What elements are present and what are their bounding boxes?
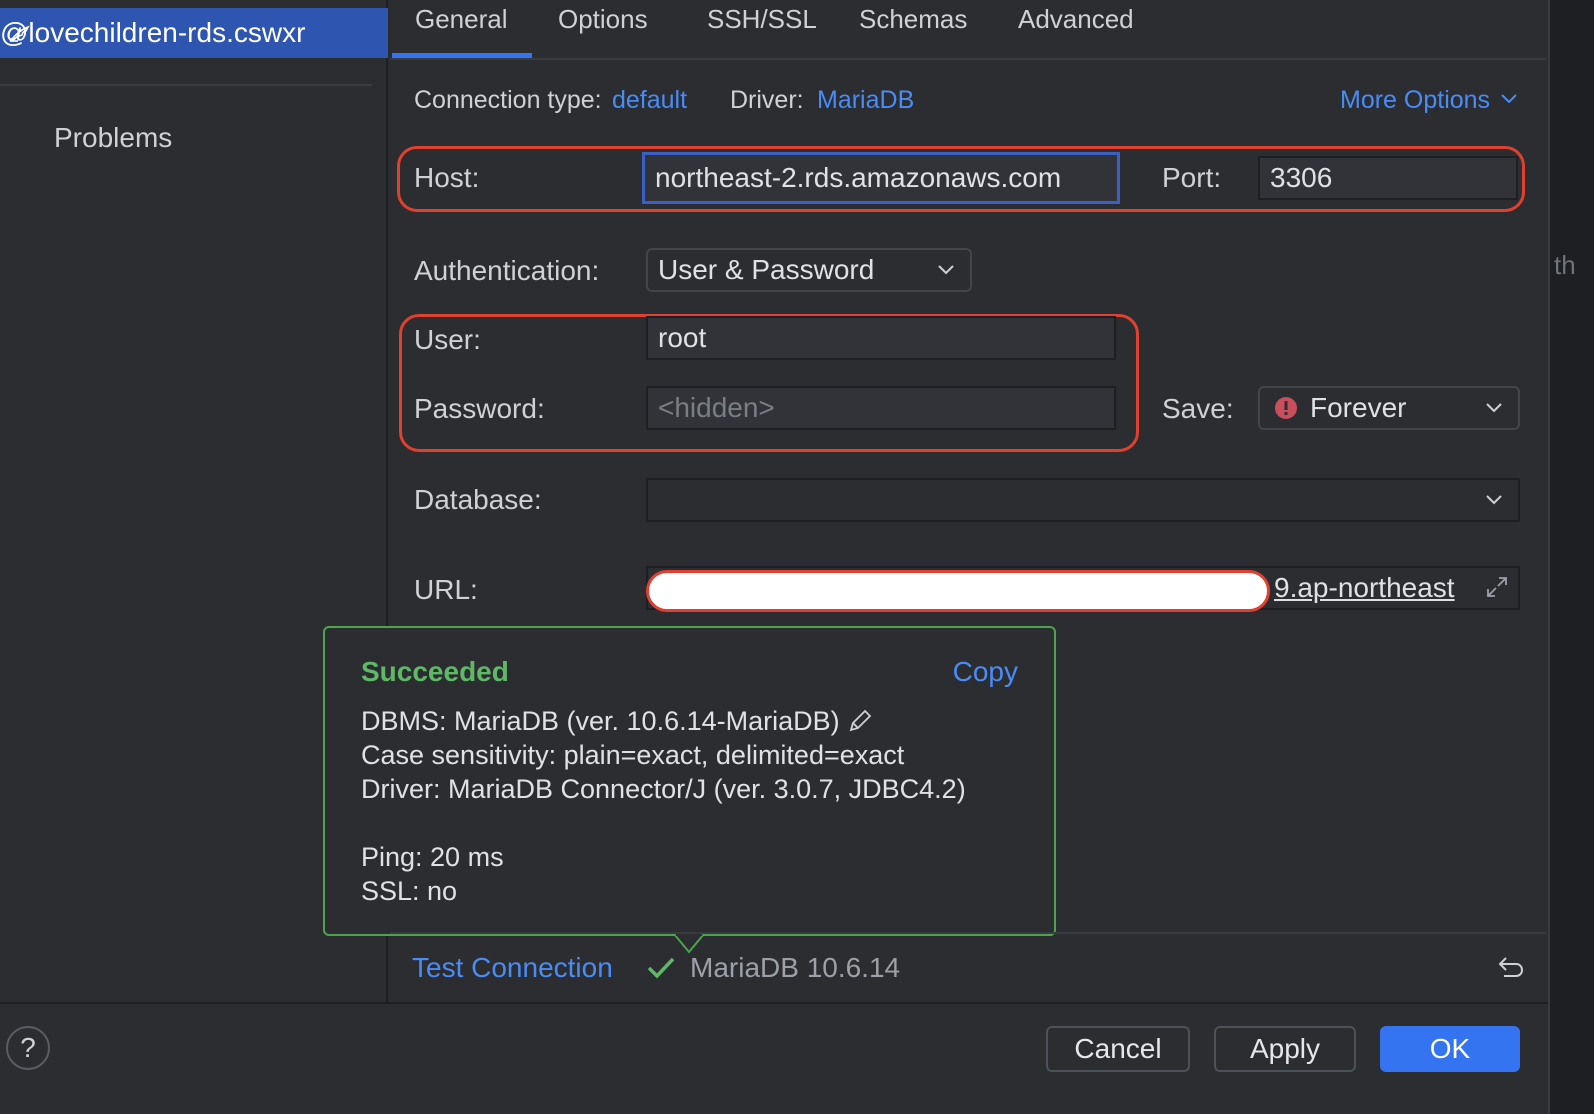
sidebar-connection-item[interactable]: @lovechildren-rds.cswxr xyxy=(0,8,388,58)
password-input[interactable]: <hidden> xyxy=(646,386,1116,430)
port-label: Port: xyxy=(1162,162,1222,193)
popup-pointer xyxy=(674,934,704,954)
cancel-button[interactable]: Cancel xyxy=(1046,1026,1190,1072)
password-label: Password: xyxy=(414,393,545,424)
ok-button[interactable]: OK xyxy=(1380,1026,1520,1072)
host-input[interactable]: northeast-2.rds.amazonaws.com xyxy=(642,152,1120,204)
data-source-dialog: @lovechildren-rds.cswxr Problems th Gene… xyxy=(0,0,1594,1114)
test-connection-link[interactable]: Test Connection xyxy=(412,952,613,984)
test-connection-popup: Succeeded Copy DBMS: MariaDB (ver. 10.6.… xyxy=(323,626,1056,936)
url-label: URL: xyxy=(414,574,478,605)
save-label: Save: xyxy=(1162,393,1234,424)
url-visible-text[interactable]: 9.ap-northeast xyxy=(1274,572,1478,604)
tab-advanced[interactable]: Advanced xyxy=(1018,4,1134,35)
popup-ping-line: Ping: 20 ms xyxy=(361,842,504,872)
more-options-link[interactable]: More Options xyxy=(1340,86,1490,115)
background-text-fragment: th xyxy=(1554,250,1576,280)
connection-type-label: Connection type: xyxy=(414,86,602,114)
tab-ssh-ssl[interactable]: SSH/SSL xyxy=(707,4,817,35)
authentication-select[interactable]: User & Password xyxy=(646,248,972,292)
tab-general[interactable]: General xyxy=(415,4,508,35)
save-select[interactable]: Forever xyxy=(1258,386,1520,430)
port-input[interactable]: 3306 xyxy=(1258,156,1518,200)
connection-type-link[interactable]: default xyxy=(612,86,687,115)
chevron-down-icon xyxy=(1486,403,1502,413)
warning-icon xyxy=(1275,397,1297,419)
driver-label: Driver: xyxy=(730,86,804,114)
driver-link[interactable]: MariaDB xyxy=(817,86,914,115)
pencil-icon[interactable] xyxy=(847,708,873,734)
expand-icon[interactable] xyxy=(1484,574,1510,600)
tab-bar: General Options SSH/SSL Schemas Advanced xyxy=(390,0,1546,60)
tab-schemas[interactable]: Schemas xyxy=(859,4,967,35)
popup-title: Succeeded xyxy=(361,656,509,687)
host-label: Host: xyxy=(414,162,480,193)
chevron-down-icon xyxy=(938,265,954,275)
test-result-text: MariaDB 10.6.14 xyxy=(690,952,901,983)
chevron-down-icon xyxy=(1501,94,1517,104)
status-divider xyxy=(390,932,1546,934)
popup-case-line: Case sensitivity: plain=exact, delimited… xyxy=(361,740,905,770)
sidebar-divider xyxy=(0,84,372,86)
database-label: Database: xyxy=(414,484,542,515)
database-select[interactable] xyxy=(646,478,1520,522)
dbms-text: DBMS: MariaDB (ver. 10.6.14-MariaDB) xyxy=(361,706,840,736)
save-value: Forever xyxy=(1310,392,1407,423)
revert-icon[interactable] xyxy=(1496,952,1526,982)
user-input[interactable]: root xyxy=(646,316,1116,360)
popup-driver-line: Driver: MariaDB Connector/J (ver. 3.0.7,… xyxy=(361,774,966,804)
copy-link[interactable]: Copy xyxy=(953,656,1018,688)
user-label: User: xyxy=(414,324,481,355)
sidebar-item-problems[interactable]: Problems xyxy=(54,122,172,154)
url-redaction xyxy=(646,570,1270,612)
chevron-down-icon xyxy=(1486,495,1502,505)
apply-button[interactable]: Apply xyxy=(1214,1026,1356,1072)
tab-options[interactable]: Options xyxy=(558,4,648,35)
popup-ssl-line: SSL: no xyxy=(361,876,458,906)
popup-dbms-line: DBMS: MariaDB (ver. 10.6.14-MariaDB) xyxy=(361,706,873,737)
active-tab-indicator xyxy=(392,53,532,58)
checkmark-icon xyxy=(647,957,675,979)
right-edge-panel: th xyxy=(1548,0,1594,1114)
connection-name: @lovechildren-rds.cswxr xyxy=(0,17,306,48)
authentication-value: User & Password xyxy=(658,254,875,285)
help-button[interactable]: ? xyxy=(6,1026,50,1070)
authentication-label: Authentication: xyxy=(414,255,600,286)
